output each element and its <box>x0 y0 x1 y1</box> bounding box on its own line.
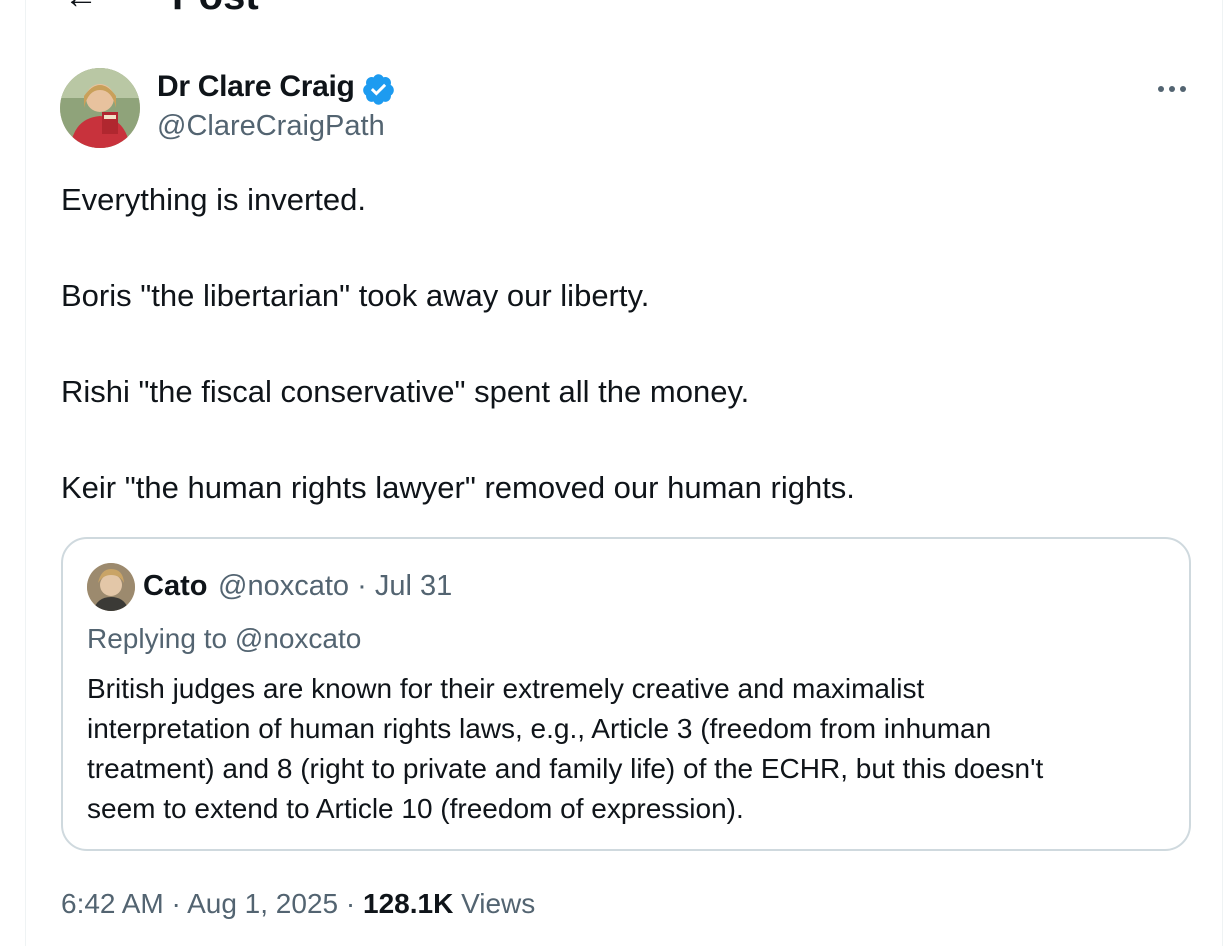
more-options-icon[interactable] <box>1152 72 1192 106</box>
post-column: ← Post Dr Clare Craig @ClareCraigPath Ev… <box>25 0 1223 946</box>
author-avatar[interactable] <box>60 68 140 148</box>
verified-badge-icon <box>363 74 394 105</box>
replying-to: Replying to @noxcato <box>87 623 362 654</box>
views-label: Views <box>461 888 536 919</box>
page-title: Post <box>172 0 259 16</box>
author-handle[interactable]: @ClareCraigPath <box>157 110 385 143</box>
quoted-author-avatar <box>87 563 135 611</box>
quoted-post-card[interactable]: Cato @noxcato · Jul 31 Replying to @noxc… <box>61 537 1191 851</box>
quoted-avatar-image <box>87 563 135 611</box>
post-text-line: Keir "the human rights lawyer" removed o… <box>61 470 855 505</box>
quoted-author-name: Cato <box>143 570 208 602</box>
meta-separator: · <box>171 888 181 919</box>
quoted-text-line: seem to extend to Article 10 (freedom of… <box>87 793 744 824</box>
post-date[interactable]: Aug 1, 2025 <box>187 888 338 919</box>
quoted-text-line: treatment) and 8 (right to private and f… <box>87 753 1044 784</box>
post-time[interactable]: 6:42 AM <box>61 888 164 919</box>
post-meta: 6:42 AM · Aug 1, 2025 · 128.1K Views <box>61 888 535 920</box>
meta-separator: · <box>345 888 356 919</box>
quoted-author-handle: @noxcato <box>218 570 350 602</box>
author-avatar-image <box>60 68 140 148</box>
post-text-line: Rishi "the fiscal conservative" spent al… <box>61 374 750 409</box>
quoted-author-meta: @noxcato · Jul 31 <box>218 570 452 603</box>
author-name[interactable]: Dr Clare Craig <box>157 70 355 104</box>
arrow-left-icon[interactable]: ← <box>64 0 98 14</box>
post-text-line: Everything is inverted. <box>61 182 366 217</box>
quoted-post-date: Jul 31 <box>374 570 453 602</box>
views-count: 128.1K <box>363 888 454 919</box>
quoted-text-line: British judges are known for their extre… <box>87 673 925 704</box>
post-text-line: Boris "the libertarian" took away our li… <box>61 278 650 313</box>
quoted-text-line: interpretation of human rights laws, e.g… <box>87 713 992 744</box>
meta-separator: · <box>357 570 367 602</box>
quoted-post-text: British judges are known for their extre… <box>87 669 1172 829</box>
